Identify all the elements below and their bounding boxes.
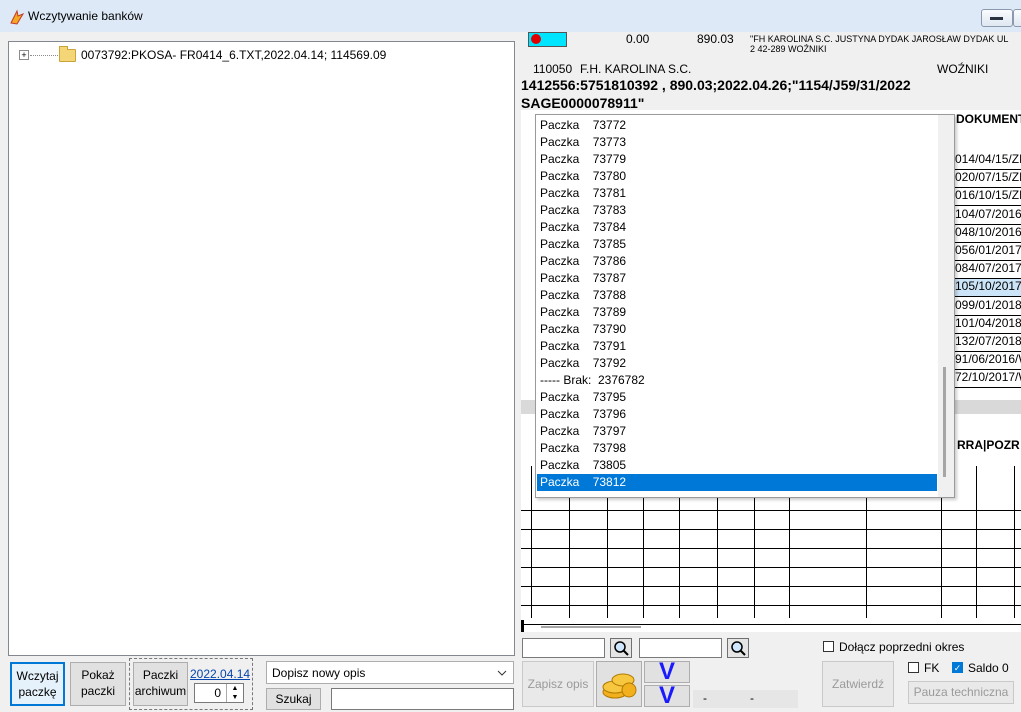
list-item[interactable]: Paczka 73787 [537,270,937,287]
contractor-city: WOŹNIKI [937,62,989,76]
save-description-button[interactable]: Zapisz opis [522,661,594,707]
transaction-line: 1412556:5751810392 , 890.03;2022.04.26;"… [521,77,911,93]
list-item[interactable]: Paczka 73785 [537,236,937,253]
filter-input-2[interactable] [639,638,722,658]
list-item[interactable]: Paczka 73783 [537,202,937,219]
table-cell[interactable]: 72/10/2017/W [955,370,1021,389]
fk-label: FK [924,661,940,675]
attach-previous-checkbox[interactable] [823,641,834,652]
maximize-button[interactable] [1013,9,1021,27]
folder-icon [59,45,76,62]
archive-spinner[interactable]: 0 ▲ ▼ [194,683,244,703]
grid-header-dokument: DOKUMENT [956,112,1021,126]
list-item[interactable]: Paczka 73790 [537,321,937,338]
check-v-icon[interactable]: V [644,660,690,684]
coins-icon [602,673,637,699]
list-item[interactable]: Paczka 73773 [537,134,937,151]
list-item[interactable]: Paczka 73792 [537,355,937,372]
tree-node-label: 0073792:PKOSA- FR0414_6.TXT,2022.04.14; … [81,48,387,62]
status-dash-1: - [703,691,707,705]
list-item[interactable]: Paczka 73791 [537,338,937,355]
list-item[interactable]: Paczka 73805 [537,457,937,474]
list-item[interactable]: Paczka 73797 [537,423,937,440]
contractor-name: F.H. KAROLINA S.C. [580,62,692,76]
list-item[interactable]: Paczka 73786 [537,253,937,270]
table-cell[interactable]: 020/07/15/ZI [955,170,1021,189]
combo-value: Dopisz nowy opis [272,666,366,680]
list-item[interactable]: Paczka 73789 [537,304,937,321]
table-cell[interactable]: 048/10/2016/ [955,225,1021,243]
payer-desc-1: "FH KAROLINA S.C. JUSTYNA DYDAK JAROSŁAW… [750,34,1009,44]
check-v-icon-2[interactable]: V [644,684,690,708]
red-dot-icon [531,34,541,44]
title-bar: Wczytywanie banków [0,0,1021,32]
technical-pause-button[interactable]: Pauza techniczna [908,681,1014,704]
table-cell[interactable]: 104/07/2016/ [955,207,1021,225]
list-item[interactable]: Paczka 73788 [537,287,937,304]
list-item[interactable]: Paczka 73795 [537,389,937,406]
list-item[interactable]: Paczka 73772 [537,117,937,134]
lower-grid-header: RRA|POZR P [957,438,1021,452]
search-icon[interactable] [610,638,632,658]
search-button[interactable]: Szukaj [266,688,321,710]
search-input[interactable] [331,688,514,710]
archive-packages-button[interactable]: Paczki archiwum [133,662,188,706]
archive-date-link[interactable]: 2022.04.14 [190,667,250,681]
table-cell[interactable]: 132/07/2018/ [955,334,1021,352]
horizontal-scrollbar[interactable] [541,626,641,628]
amount-2: 890.03 [697,32,734,46]
table-cell[interactable]: 056/01/2017/ [955,243,1021,261]
spinner-up-icon[interactable]: ▲ [226,684,243,693]
expand-icon[interactable]: + [19,50,29,60]
list-item[interactable]: Paczka 73781 [537,185,937,202]
table-cell[interactable]: 91/06/2016/W [955,352,1021,371]
table-cell[interactable]: 016/10/15/ZI [955,188,1021,207]
coins-button[interactable] [596,661,642,707]
list-scrollbar[interactable] [938,115,954,497]
list-item[interactable]: Paczka 73780 [537,168,937,185]
list-item[interactable]: Paczka 73796 [537,406,937,423]
list-item[interactable]: Paczka 73784 [537,219,937,236]
fk-checkbox[interactable] [908,662,919,673]
table-cell[interactable]: 014/04/15/ZI [955,152,1021,170]
payer-desc-2: 2 42-289 WOŹNIKI [750,44,827,54]
load-package-button[interactable]: Wczytaj paczkę [10,662,65,706]
list-item[interactable]: Paczka 73779 [537,151,937,168]
list-item[interactable]: ----- Brak: 2376782 [537,372,937,389]
bank-file-tree[interactable]: + 0073792:PKOSA- FR0414_6.TXT,2022.04.14… [8,41,515,656]
description-combo[interactable]: Dopisz nowy opis [266,661,514,684]
status-dash-2: - [750,691,754,705]
table-cell[interactable]: 105/10/2017/ [955,279,1021,298]
saldo-checkbox[interactable]: ✓ [952,662,963,673]
attach-previous-label: Dołącz poprzedni okres [839,640,965,654]
spinner-down-icon[interactable]: ▼ [226,693,243,702]
table-cell[interactable]: 084/07/2017/ [955,261,1021,280]
list-item[interactable]: Paczka 73812 [537,474,937,491]
minimize-button[interactable] [981,9,1013,27]
status-strip: - - [693,690,798,708]
transaction-ref: SAGE0000078911" [521,95,645,111]
chevron-down-icon [497,670,507,676]
contractor-code: 110050 [533,62,573,76]
show-packages-button[interactable]: Pokaż paczki [70,662,126,706]
table-cell[interactable]: 099/01/2018/ [955,298,1021,316]
window-title: Wczytywanie banków [28,9,143,23]
scrollbar-thumb[interactable] [943,367,946,477]
amount-1: 0.00 [626,32,650,46]
app-logo-icon [10,9,25,25]
table-cell[interactable]: 101/04/2018/ [955,316,1021,334]
package-list[interactable]: Paczka 73772 Paczka 73773 Paczka 73779 Pacz… [535,114,955,498]
confirm-button[interactable]: Zatwierdź [822,661,894,707]
status-indicator [528,32,567,47]
filter-input-1[interactable] [522,638,605,658]
saldo-label: Saldo 0 [968,661,1009,675]
spinner-value: 0 [214,686,221,700]
search-icon-2[interactable] [727,638,749,658]
list-item[interactable]: Paczka 73798 [537,440,937,457]
tree-node[interactable]: + 0073792:PKOSA- FR0414_6.TXT,2022.04.14… [19,45,387,62]
